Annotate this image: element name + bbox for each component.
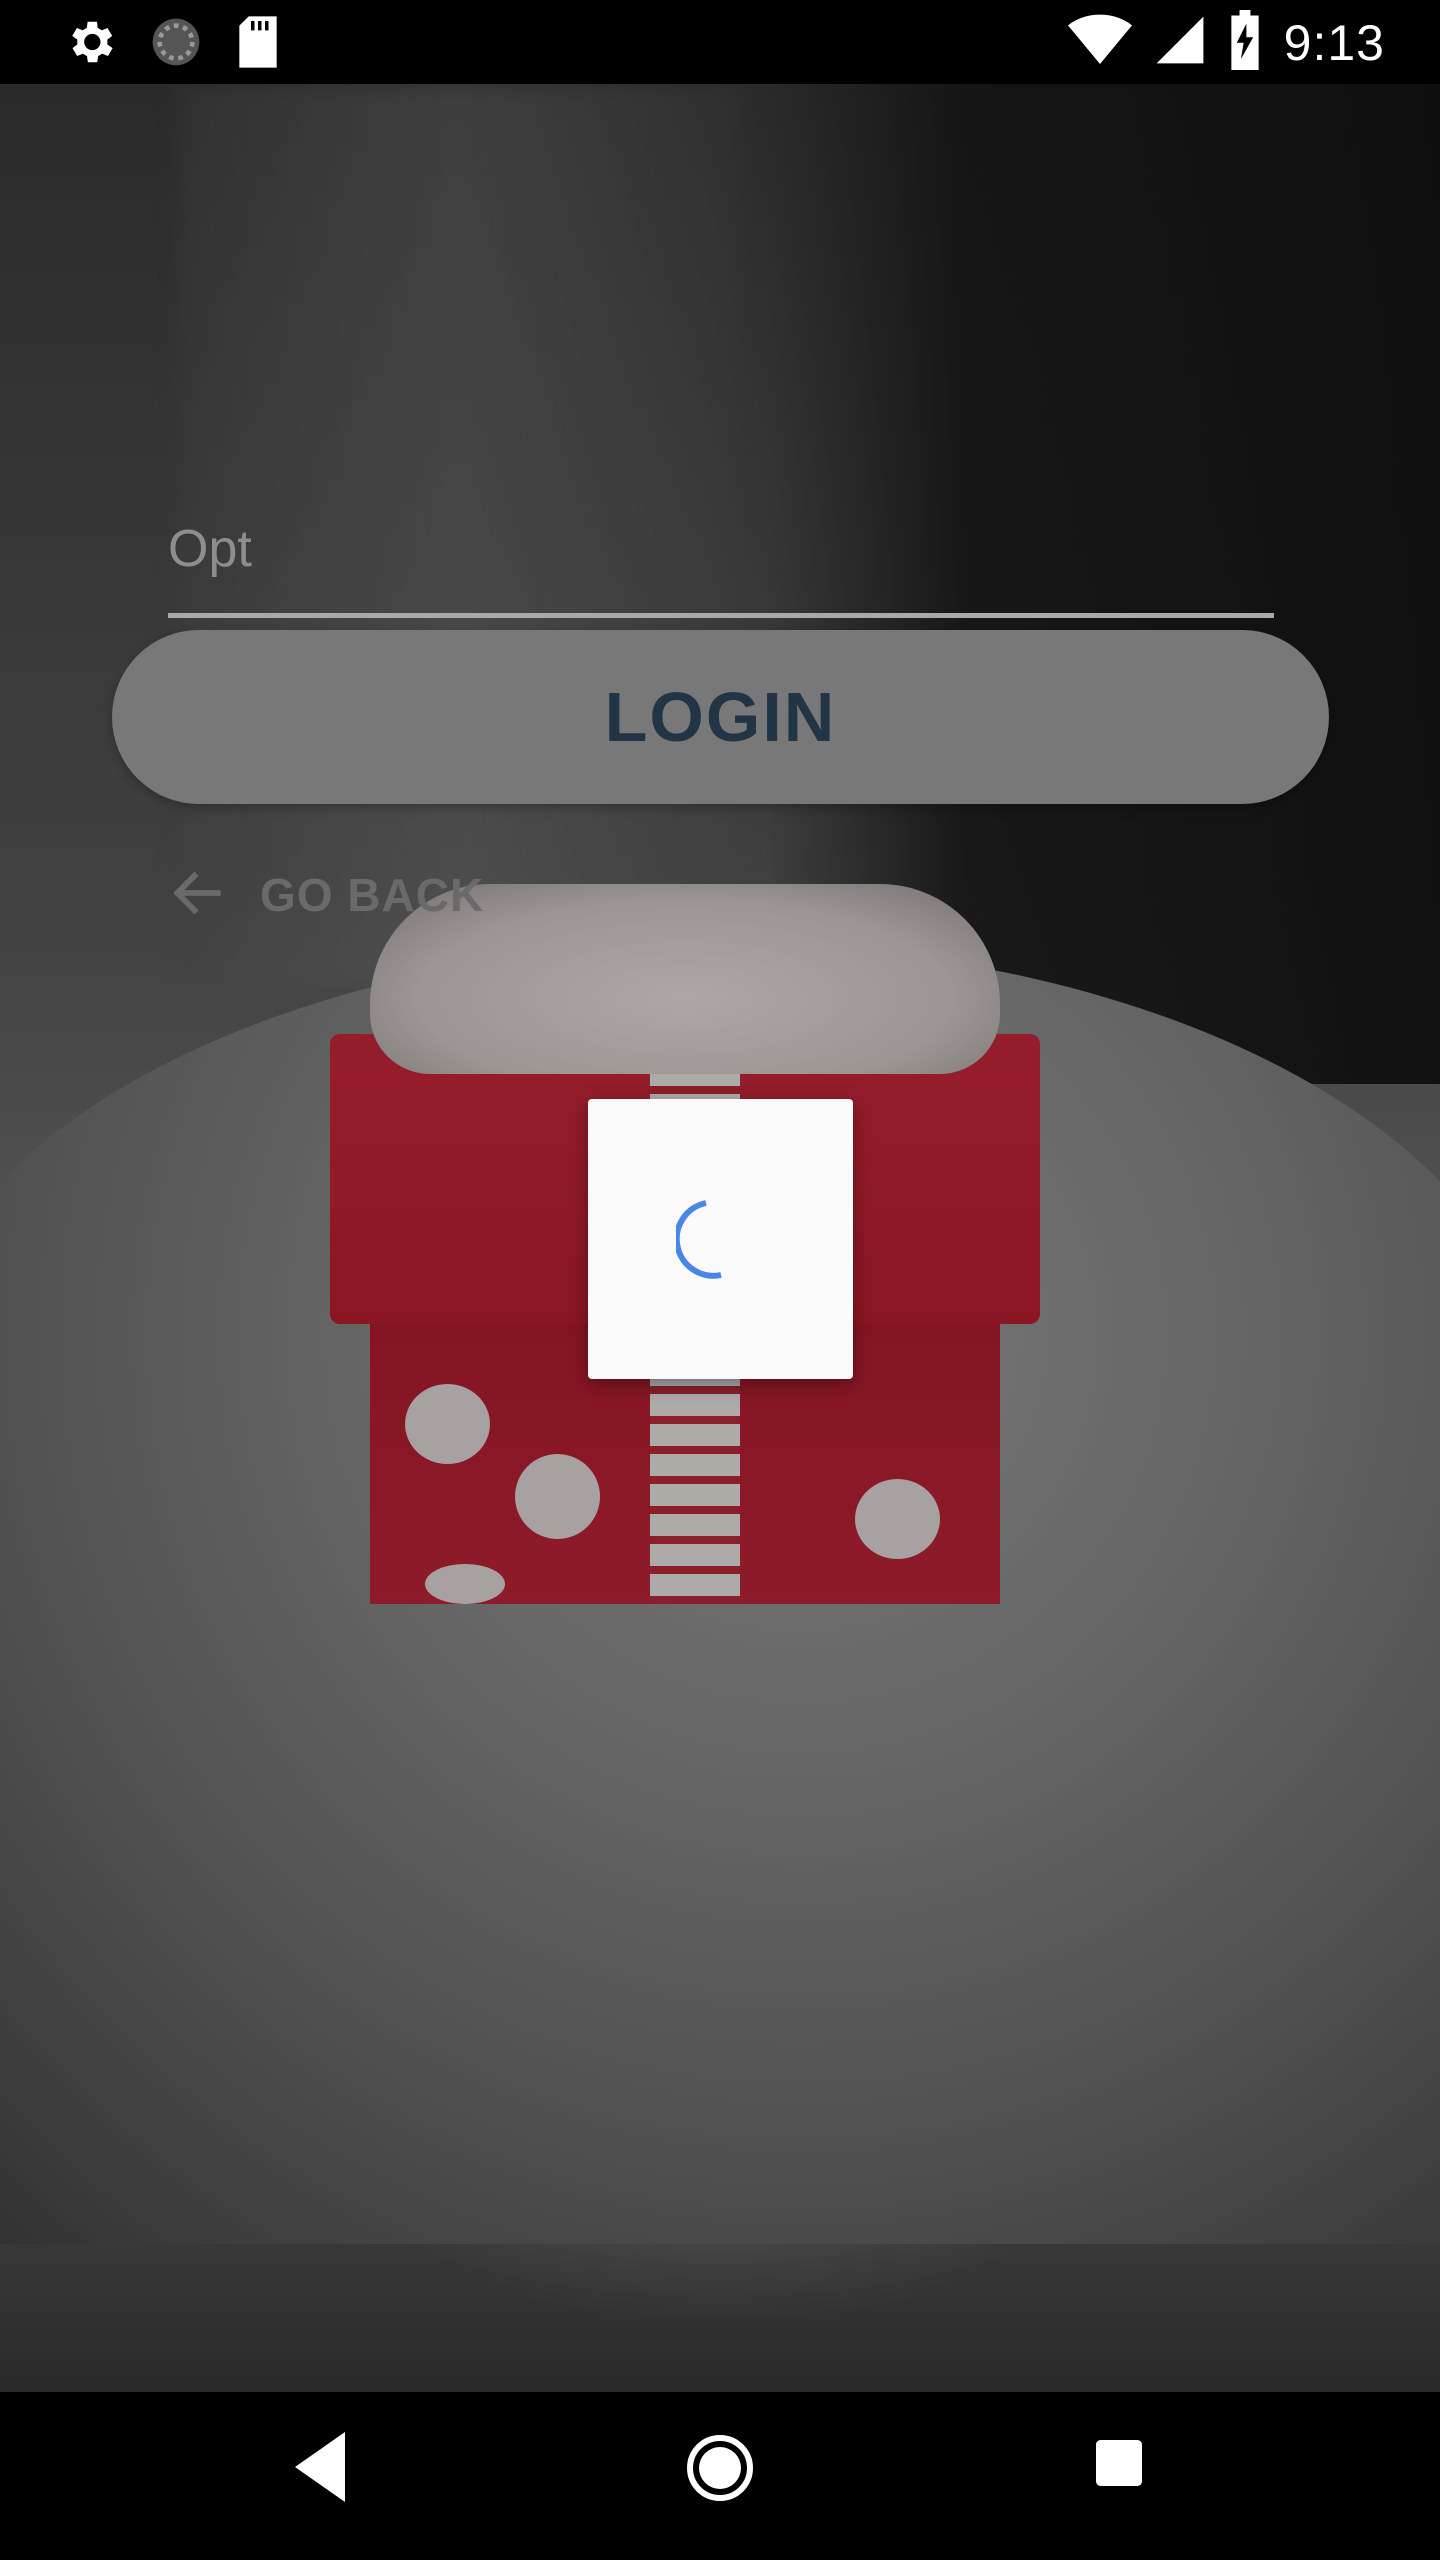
- recents-icon[interactable]: [1096, 2440, 1142, 2491]
- otp-placeholder: Opt: [168, 520, 252, 578]
- login-button-label: LOGIN: [604, 678, 837, 756]
- arrow-left-icon: [170, 864, 228, 927]
- go-back-button[interactable]: GO BACK: [170, 860, 484, 930]
- sync-icon: [148, 14, 204, 75]
- login-button[interactable]: LOGIN: [112, 630, 1329, 804]
- go-back-label: GO BACK: [260, 869, 485, 921]
- signal-icon: [1154, 12, 1206, 73]
- status-time: 9:13: [1283, 14, 1385, 71]
- battery-charging-icon: [1228, 10, 1262, 75]
- wifi-icon: [1067, 12, 1132, 73]
- navigation-bar: [0, 2392, 1440, 2560]
- back-icon[interactable]: [295, 2432, 345, 2507]
- home-icon[interactable]: [684, 2432, 756, 2509]
- loading-dialog: [588, 1099, 853, 1379]
- sd-card-icon: [234, 14, 282, 75]
- settings-icon: [62, 14, 118, 75]
- status-bar: 9:13: [0, 0, 1440, 84]
- otp-input[interactable]: Opt: [168, 505, 1274, 618]
- loading-spinner: [673, 1195, 766, 1290]
